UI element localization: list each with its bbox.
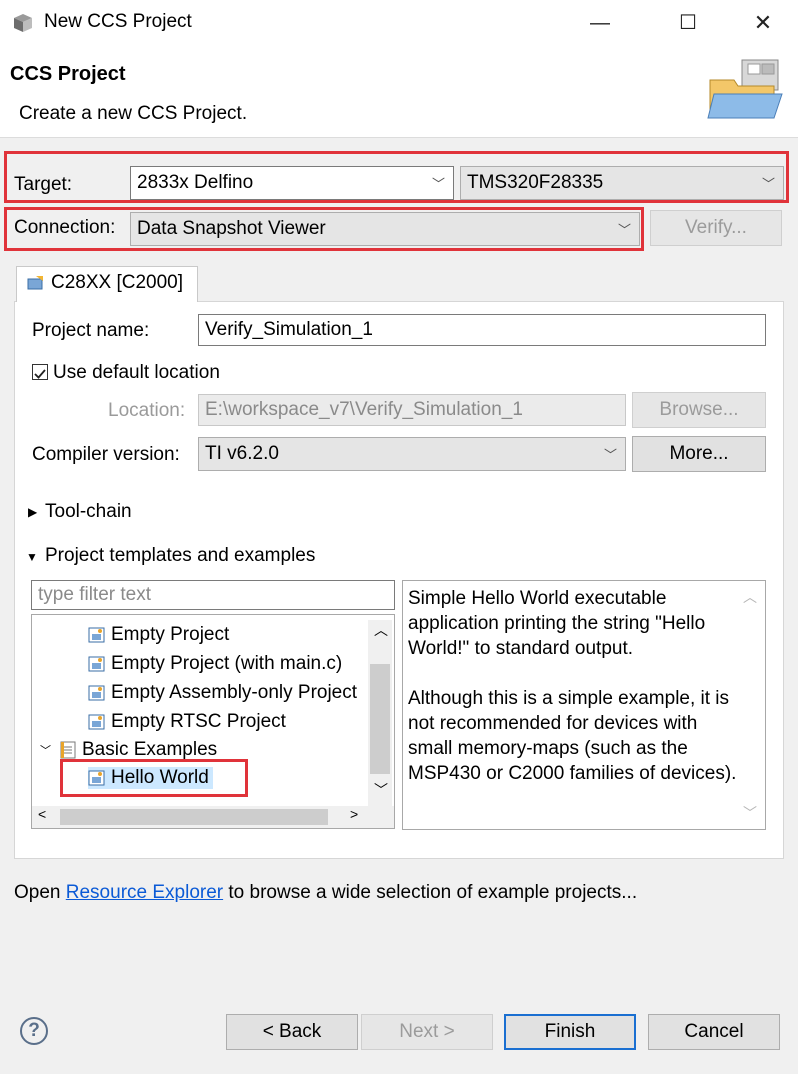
tree-item-label: Empty Assembly-only Project	[111, 682, 358, 703]
browse-button-label: Browse...	[659, 399, 739, 420]
verify-button[interactable]: Verify...	[650, 210, 782, 246]
template-filter-input[interactable]: type filter text	[31, 580, 395, 610]
tree-item-label: Empty RTSC Project	[111, 711, 286, 732]
location-value: E:\workspace_v7\Verify_Simulation_1	[205, 399, 523, 420]
close-icon[interactable]: ✕	[743, 6, 783, 40]
folder-list-icon	[59, 741, 77, 759]
collapse-down-icon[interactable]: ﹀	[40, 742, 51, 758]
tree-item-label: Basic Examples	[82, 739, 218, 760]
location-field[interactable]: E:\workspace_v7\Verify_Simulation_1	[198, 394, 626, 426]
tree-item-empty-project-main[interactable]: Empty Project (with main.c)	[88, 653, 342, 675]
chip-icon	[27, 275, 45, 297]
hint-suffix: to browse a wide selection of example pr…	[223, 882, 638, 903]
project-name-label: Project name:	[32, 320, 150, 341]
expand-right-icon[interactable]: ▶	[28, 505, 37, 519]
chevron-down-icon: ﹀	[617, 222, 631, 238]
folder-wizard-icon	[704, 54, 786, 124]
tree-item-empty-assembly-project[interactable]: Empty Assembly-only Project	[88, 682, 357, 704]
cancel-button[interactable]: Cancel	[648, 1014, 780, 1050]
help-icon[interactable]: ?	[20, 1017, 48, 1045]
tree-item-label: Empty Project	[111, 624, 230, 645]
page-description: Create a new CCS Project.	[19, 103, 248, 124]
target-device-value: TMS320F28335	[467, 172, 604, 193]
chevron-down-icon: ﹀	[431, 176, 445, 192]
scroll-up-icon[interactable]: ︿	[743, 587, 757, 607]
filter-placeholder: type filter text	[38, 584, 151, 605]
project-template-icon	[88, 626, 106, 644]
scroll-thumb[interactable]	[60, 809, 328, 825]
more-button-label: More...	[669, 443, 729, 464]
window-title: New CCS Project	[44, 11, 192, 32]
app-icon	[12, 12, 34, 34]
hint-prefix: Open	[14, 882, 66, 903]
connection-label: Connection:	[14, 217, 116, 238]
connection-value: Data Snapshot Viewer	[137, 218, 326, 239]
chevron-down-icon: ﹀	[603, 447, 617, 463]
resource-explorer-hint: Open Resource Explorer to browse a wide …	[14, 882, 637, 904]
chevron-down-icon: ﹀	[761, 176, 775, 192]
scroll-thumb[interactable]	[370, 664, 390, 774]
location-label: Location:	[108, 400, 186, 421]
tree-item-label: Empty Project (with main.c)	[111, 653, 343, 674]
project-name-value: Verify_Simulation_1	[205, 319, 373, 340]
project-template-icon	[88, 684, 106, 702]
tree-item-empty-rtsc-project[interactable]: Empty RTSC Project	[88, 711, 286, 733]
more-button[interactable]: More...	[632, 436, 766, 472]
scroll-down-icon[interactable]: ﹀	[743, 803, 757, 823]
maximize-icon[interactable]: ☐	[668, 6, 708, 40]
target-label: Target:	[14, 174, 73, 195]
tab-c28xx[interactable]: C28XX [C2000]	[16, 266, 198, 302]
resource-explorer-link[interactable]: Resource Explorer	[66, 882, 223, 903]
verify-button-label: Verify...	[685, 217, 747, 238]
tree-horizontal-scrollbar[interactable]: < >	[32, 806, 394, 828]
use-default-location-checkbox[interactable]	[32, 364, 48, 380]
tree-item-basic-examples[interactable]: ﹀ Basic Examples	[40, 739, 217, 761]
tab-label: C28XX [C2000]	[51, 272, 184, 293]
back-button[interactable]: < Back	[226, 1014, 358, 1050]
scroll-up-icon[interactable]: ︿	[374, 620, 388, 640]
compiler-version-value: TI v6.2.0	[205, 443, 279, 464]
project-template-icon	[88, 655, 106, 673]
hello-world-highlight	[60, 759, 248, 797]
browse-button[interactable]: Browse...	[632, 392, 766, 428]
finish-button[interactable]: Finish	[504, 1014, 636, 1050]
next-button-label: Next >	[399, 1021, 455, 1042]
templates-section[interactable]: Project templates and examples	[45, 545, 315, 567]
scroll-right-icon[interactable]: >	[350, 806, 358, 822]
cancel-button-label: Cancel	[684, 1021, 744, 1042]
scroll-left-icon[interactable]: <	[38, 806, 46, 822]
scroll-down-icon[interactable]: ﹀	[374, 780, 388, 800]
target-device-combo[interactable]: TMS320F28335 ﹀	[460, 166, 784, 200]
next-button[interactable]: Next >	[361, 1014, 493, 1050]
minimize-icon[interactable]: —	[580, 6, 620, 40]
finish-button-label: Finish	[544, 1021, 596, 1042]
use-default-location-label: Use default location	[53, 362, 220, 383]
target-family-combo[interactable]: 2833x Delfino ﹀	[130, 166, 454, 200]
connection-combo[interactable]: Data Snapshot Viewer ﹀	[130, 212, 640, 246]
checkmark-icon	[34, 369, 46, 379]
toolchain-section[interactable]: Tool-chain	[45, 501, 132, 523]
back-button-label: < Back	[262, 1021, 322, 1042]
template-description: Simple Hello World executable applicatio…	[408, 588, 737, 784]
project-name-field[interactable]: Verify_Simulation_1	[198, 314, 766, 346]
target-family-value: 2833x Delfino	[137, 172, 254, 193]
collapse-down-icon[interactable]: ▼	[26, 550, 38, 564]
compiler-version-label: Compiler version:	[32, 444, 180, 465]
project-template-icon	[88, 713, 106, 731]
tree-vertical-scrollbar[interactable]: ︿ ﹀	[368, 620, 392, 808]
page-title: CCS Project	[10, 63, 126, 85]
compiler-version-combo[interactable]: TI v6.2.0 ﹀	[198, 437, 626, 471]
tree-item-empty-project[interactable]: Empty Project	[88, 624, 229, 646]
